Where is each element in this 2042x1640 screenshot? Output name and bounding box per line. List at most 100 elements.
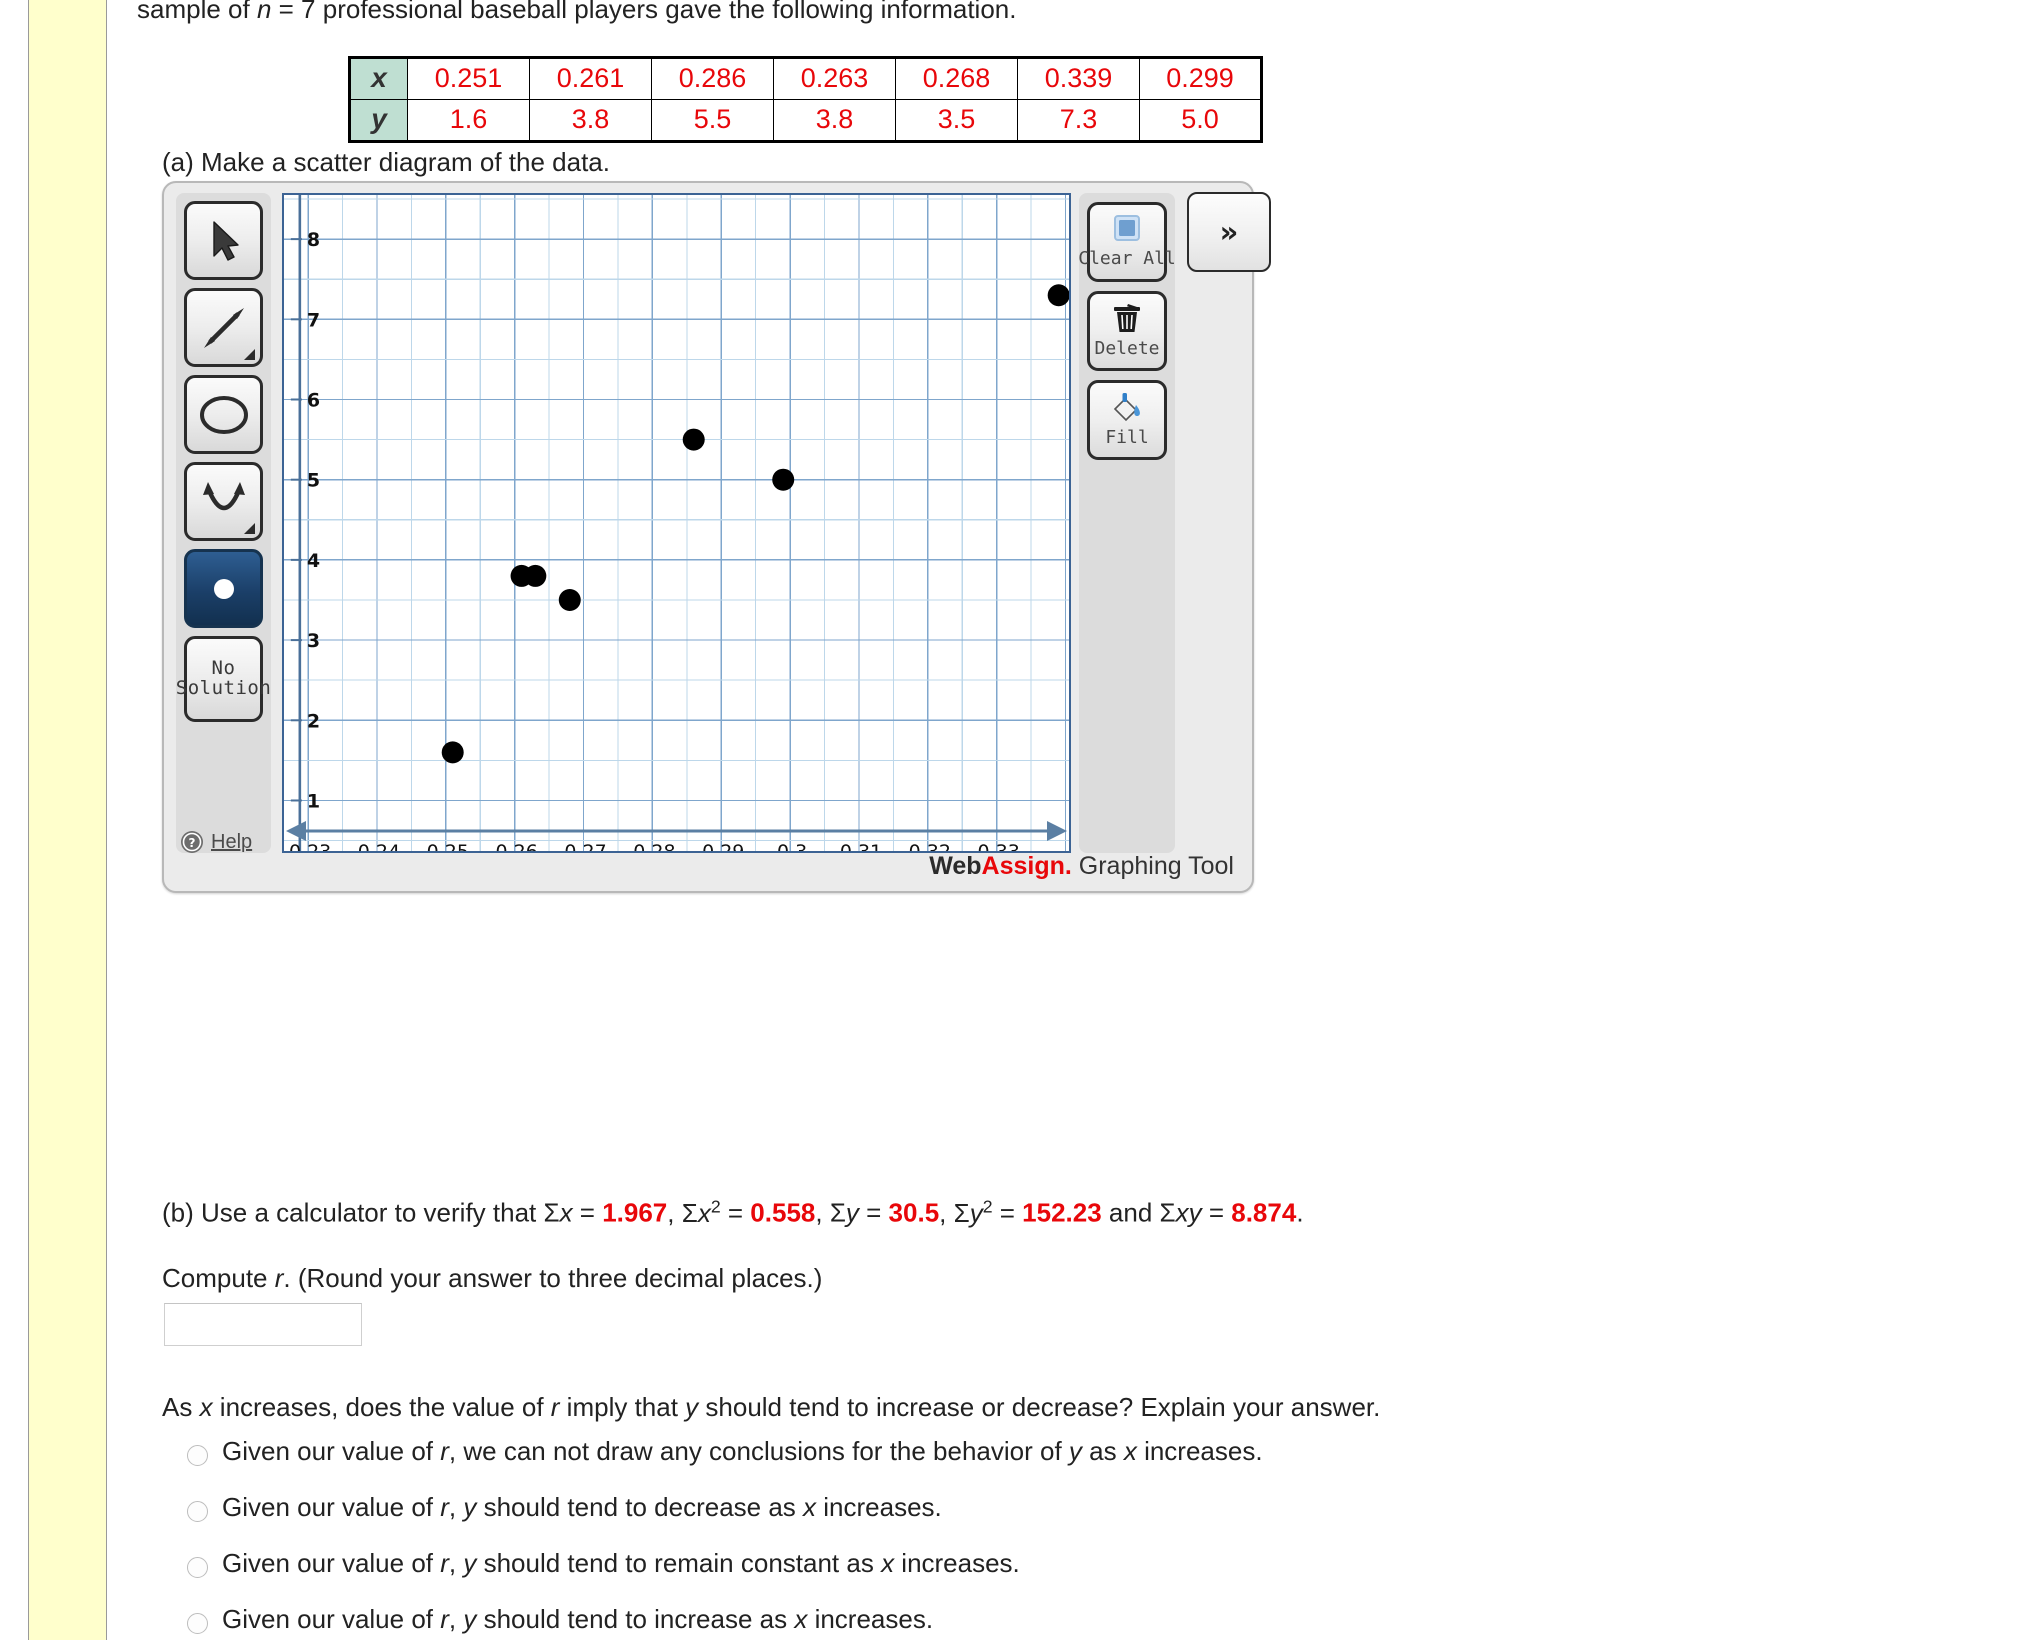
webassign-graphing-tool: No Solution 1 2 3 4 5 6 7 8 0.23 0.24 0.25 0.26 0.27… [162,181,1271,893]
option-row-2[interactable]: Given our value of r, y should tend to r… [187,1548,1687,1604]
svg-text:4: 4 [307,550,320,572]
help-question-icon: ? [181,831,203,853]
webassign-branding: WebAssign. Graphing Tool [929,852,1234,881]
clear-all-icon [1114,215,1140,241]
point-tool-button[interactable] [184,549,263,628]
point-icon [213,578,234,599]
answer-options-group: Given our value of r, we can not draw an… [187,1436,1687,1640]
left-yellow-margin-strip [29,0,106,1640]
part-b-sep2: , Σy = [815,1197,889,1228]
radio-option-1[interactable] [187,1501,208,1522]
table-row-y: y 1.6 3.8 5.5 3.8 3.5 7.3 5.0 [349,99,1262,142]
pointer-icon [212,220,239,261]
part-b-label: (b) Use a calculator to verify that Σx =… [162,1196,1304,1229]
help-link[interactable]: ? Help [179,829,252,855]
page-root: sample of n = 7 professional baseball pl… [0,0,2042,1640]
cell-y-2: 5.5 [651,99,774,142]
part-b-end: . [1296,1197,1304,1228]
svg-text:?: ? [189,836,196,850]
line-tool-corner-marker [244,349,255,360]
radio-option-3[interactable] [187,1613,208,1634]
cell-x-3: 0.263 [773,57,896,100]
graph-grid-and-points: 1 2 3 4 5 6 7 8 0.23 0.24 0.25 0.26 0.27 0.28 0.29 0.3 0… [284,195,1069,851]
cell-y-3: 3.8 [773,99,896,142]
parabola-tool-corner-marker [244,523,255,534]
compute-r-instruction: Compute r. (Round your answer to three d… [162,1263,823,1293]
part-b-prefix: (b) Use a calculator to verify that Σx = [162,1197,603,1228]
option-row-3[interactable]: Given our value of r, y should tend to i… [187,1604,1687,1640]
svg-text:0.33: 0.33 [978,841,1020,851]
trash-icon [1114,304,1140,332]
option-label-3[interactable]: Given our value of r, y should tend to i… [222,1604,933,1635]
circle-icon [199,395,248,434]
expand-toolbar-button[interactable]: » [1187,192,1271,272]
option-label-0[interactable]: Given our value of r, we can not draw an… [222,1436,1263,1467]
cell-x-0: 0.251 [407,57,530,100]
intro-before: sample of [137,0,257,24]
brand-tool: Graphing Tool [1071,852,1234,880]
graph-right-toolbar: Clear All Delete Fill [1078,193,1176,853]
option-row-1[interactable]: Given our value of r, y should tend to d… [187,1492,1687,1548]
graph-left-toolbar: No Solution [176,193,271,853]
clear-all-label: Clear All [1078,248,1176,269]
sum-x2-value: 0.558 [750,1197,816,1228]
sum-y2-value: 152.23 [1022,1197,1102,1228]
cell-x-5: 0.339 [1017,57,1140,100]
cell-y-1: 3.8 [529,99,652,142]
cell-y-6: 5.0 [1139,99,1262,142]
radio-option-2[interactable] [187,1557,208,1578]
svg-text:0.28: 0.28 [633,841,675,851]
svg-text:2: 2 [307,710,320,732]
option-label-1[interactable]: Given our value of r, y should tend to d… [222,1492,942,1523]
svg-text:0.29: 0.29 [702,841,744,851]
option-label-2[interactable]: Given our value of r, y should tend to r… [222,1548,1020,1579]
delete-button[interactable]: Delete [1087,291,1167,371]
cell-x-1: 0.261 [529,57,652,100]
double-arrow-line-icon [203,307,244,348]
svg-text:5: 5 [307,470,320,492]
svg-text:0.31: 0.31 [840,841,882,851]
explain-question-prompt: As x increases, does the value of r impl… [162,1392,1381,1422]
cell-x-4: 0.268 [895,57,1018,100]
delete-label: Delete [1094,338,1160,359]
table-row-x: x 0.251 0.261 0.286 0.263 0.268 0.339 0.… [349,57,1262,100]
line-tool-button[interactable] [184,288,263,367]
svg-text:6: 6 [307,389,320,411]
svg-text:0.23: 0.23 [289,841,331,851]
clear-all-button[interactable]: Clear All [1078,202,1176,282]
paint-bucket-icon [1113,393,1140,422]
sum-xy-value: 8.874 [1231,1197,1297,1228]
svg-text:7: 7 [307,309,320,331]
circle-tool-button[interactable] [184,375,263,454]
pointer-tool-button[interactable] [184,201,263,280]
fill-button[interactable]: Fill [1087,380,1167,460]
cell-x-6: 0.299 [1139,57,1262,100]
parabola-icon [202,481,245,510]
intro-after: = 7 professional baseball players gave t… [271,0,1017,24]
data-table: x 0.251 0.261 0.286 0.263 0.268 0.339 0.… [348,56,1263,143]
cell-y-4: 3.5 [895,99,1018,142]
svg-text:0.27: 0.27 [564,841,606,851]
part-b-sep4: and Σxy = [1101,1197,1232,1228]
svg-text:1: 1 [307,790,320,812]
cell-y-5: 7.3 [1017,99,1140,142]
cell-y-0: 1.6 [407,99,530,142]
no-solution-button[interactable]: No Solution [176,636,271,722]
sum-x-value: 1.967 [602,1197,668,1228]
svg-text:0.24: 0.24 [358,841,400,851]
r-answer-input[interactable] [164,1303,362,1346]
cell-x-2: 0.286 [651,57,774,100]
brand-web: Web [929,852,982,880]
parabola-tool-button[interactable] [184,462,263,541]
help-label[interactable]: Help [211,831,252,854]
graph-canvas[interactable]: 1 2 3 4 5 6 7 8 0.23 0.24 0.25 0.26 0.27 0.28 0.29 0.3 0… [282,193,1071,853]
svg-text:8: 8 [307,229,320,251]
option-row-0[interactable]: Given our value of r, we can not draw an… [187,1436,1687,1492]
brand-assign: Assign. [981,852,1072,880]
svg-text:0.3: 0.3 [777,841,807,851]
sum-y-value: 30.5 [888,1197,940,1228]
radio-option-0[interactable] [187,1445,208,1466]
question-content: sample of n = 7 professional baseball pl… [107,0,2042,1640]
row-label-y: y [349,99,408,142]
svg-text:3: 3 [307,630,320,652]
